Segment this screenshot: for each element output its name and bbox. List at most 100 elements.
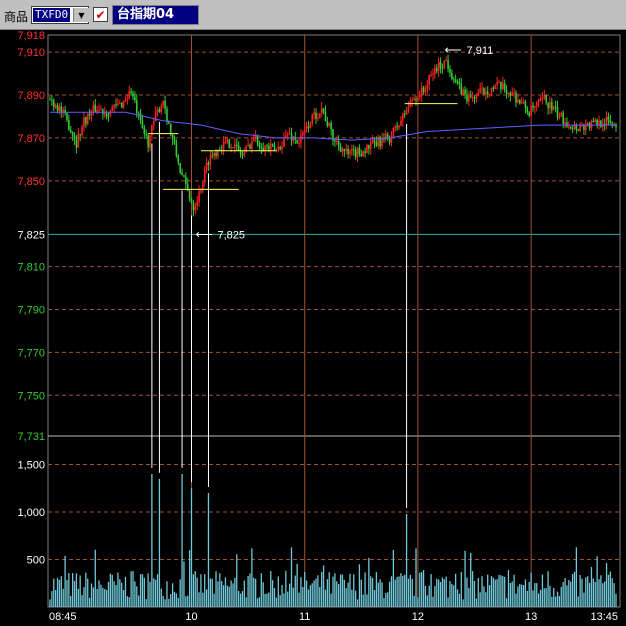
chevron-down-icon[interactable]: ▼ (73, 8, 89, 22)
candle-body (262, 148, 264, 151)
volume-tick-label: 1,500 (17, 460, 45, 472)
candle-body (392, 128, 395, 137)
candle-body (92, 104, 95, 111)
candle-body (405, 110, 408, 115)
candle-body (56, 105, 59, 111)
candle-body (532, 105, 534, 108)
candle-body (166, 108, 168, 122)
candle-body (605, 116, 608, 125)
candle-body (558, 116, 561, 118)
annotation-label: 7,825 (218, 229, 246, 241)
candle-body (373, 140, 376, 142)
candle-body (507, 92, 510, 94)
price-tick-label: 7,810 (17, 262, 45, 274)
candle-body (198, 191, 200, 202)
price-tick-label: 7,790 (17, 304, 45, 316)
candle-body (205, 162, 208, 170)
annotation-arrow-icon: ⟵ (445, 43, 462, 57)
candle-body (105, 113, 108, 117)
candle-body (518, 99, 521, 104)
candle-body (81, 126, 83, 135)
candle-body (154, 112, 157, 122)
candle-body (83, 117, 85, 127)
candle-body (162, 100, 164, 106)
candle-body (358, 147, 361, 154)
candle-body (341, 148, 344, 152)
candle-body (541, 98, 544, 100)
candle-body (277, 146, 280, 150)
candle-body (158, 109, 161, 113)
candle-body (400, 120, 402, 126)
candle-body (258, 142, 261, 147)
candle-body (100, 109, 102, 111)
candle-body (441, 67, 444, 69)
candle-body (224, 141, 227, 143)
candle-body (147, 135, 149, 148)
candle-body (232, 147, 234, 149)
candle-body (94, 104, 97, 112)
candle-body (109, 110, 112, 117)
candle-body (451, 72, 453, 79)
candle-body (585, 125, 587, 131)
candle-body (256, 135, 259, 143)
candle-body (119, 102, 121, 104)
candle-body (132, 93, 134, 97)
candle-body (243, 152, 246, 155)
candle-body (251, 141, 253, 149)
candle-body (343, 148, 346, 151)
candle-body (539, 99, 542, 101)
candle-body (415, 98, 417, 101)
candle-body (417, 97, 419, 101)
candle-body (107, 116, 110, 118)
candle-body (200, 190, 202, 192)
price-tick-label: 7,825 (17, 229, 45, 241)
candle-body (569, 126, 572, 129)
candle-body (209, 155, 212, 165)
candle-body (192, 203, 195, 211)
candle-body (351, 149, 353, 152)
candle-body (543, 95, 546, 99)
candle-body (609, 120, 612, 124)
candle-body (235, 144, 238, 146)
candle-body (326, 121, 329, 126)
candle-body (488, 93, 491, 95)
candle-body (234, 144, 236, 148)
candle-body (473, 97, 476, 99)
candle-body (49, 99, 51, 101)
candle-body (562, 112, 564, 124)
candle-body (311, 114, 314, 124)
candle-body (213, 152, 215, 157)
candle-body (494, 85, 497, 89)
candle-body (249, 144, 251, 149)
candle-body (149, 135, 151, 148)
candle-body (322, 108, 325, 112)
candle-body (152, 121, 155, 125)
candle-body (134, 96, 136, 101)
candle-body (549, 102, 551, 109)
candle-body (477, 92, 480, 95)
candle-body (337, 140, 340, 147)
candle-body (266, 145, 268, 147)
candle-body (283, 137, 285, 148)
candle-body (502, 83, 504, 90)
candle-body (298, 143, 300, 145)
checkbox-icon[interactable]: ✔ (93, 7, 108, 22)
candle-body (551, 102, 553, 110)
candle-body (315, 112, 317, 119)
candle-body (385, 134, 387, 140)
candle-body (469, 96, 472, 98)
time-tick-label: 08:45 (49, 611, 77, 623)
candle-body (537, 99, 540, 103)
candle-body (66, 113, 68, 121)
candle-body (335, 140, 338, 142)
candle-body (269, 143, 272, 150)
candle-body (481, 88, 483, 90)
candle-body (347, 148, 349, 155)
candle-body (422, 87, 425, 92)
candle-body (203, 169, 206, 183)
candle-body (430, 74, 432, 76)
candle-body (592, 120, 595, 122)
product-select[interactable]: TXFD0 ▼ (31, 6, 89, 24)
candle-body (124, 99, 127, 101)
candle-body (307, 126, 310, 128)
